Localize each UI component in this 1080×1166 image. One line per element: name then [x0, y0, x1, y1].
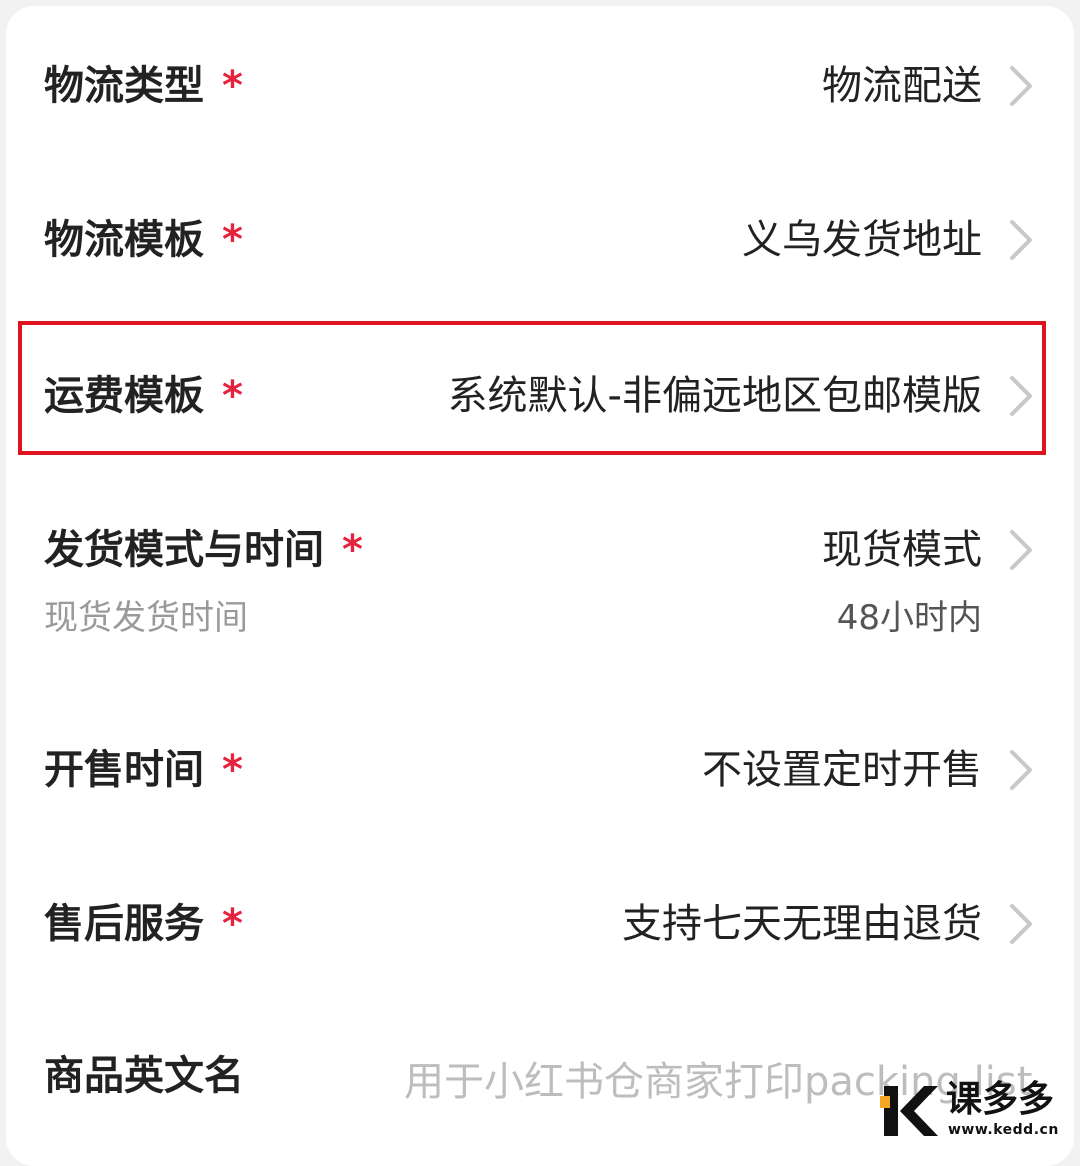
- chevron-right-icon: [1004, 218, 1038, 262]
- after-sales-service-value: 支持七天无理由退货: [622, 901, 982, 947]
- required-asterisk: *: [222, 901, 243, 947]
- required-asterisk: *: [222, 217, 243, 263]
- logistics-template-label: 物流模板 *: [44, 217, 243, 263]
- form-card: 物流类型 * 物流配送 物流模板 * 义乌发货地址 运费模板 * 系统默认-非偏远地区…: [6, 6, 1074, 1166]
- after-sales-service-label: 售后服务 *: [44, 901, 243, 947]
- k-logo-icon: [880, 1082, 940, 1140]
- logistics-type-value: 物流配送: [822, 63, 982, 109]
- chevron-right-icon: [1004, 902, 1038, 946]
- english-name-label: 商品英文名: [44, 1053, 244, 1099]
- watermark-logo: 课多多 www.kedd.cn: [876, 1080, 1080, 1142]
- sale-start-time-label: 开售时间 *: [44, 747, 243, 793]
- required-asterisk: *: [222, 747, 243, 793]
- chevron-right-icon: [1004, 748, 1038, 792]
- logistics-template-row[interactable]: 物流模板 * 义乌发货地址: [6, 160, 1074, 314]
- delivery-mode-label: 发货模式与时间 *: [44, 527, 363, 573]
- highlight-box: [18, 321, 1046, 455]
- watermark-text: 课多多: [946, 1079, 1055, 1120]
- watermark-url: www.kedd.cn: [948, 1122, 1059, 1138]
- delivery-mode-value: 现货模式: [822, 527, 982, 573]
- logistics-type-row[interactable]: 物流类型 * 物流配送: [6, 6, 1074, 160]
- required-asterisk: *: [342, 527, 363, 573]
- chevron-right-icon: [1004, 528, 1038, 572]
- sale-start-time-value: 不设置定时开售: [702, 747, 982, 793]
- delivery-time-subvalue: 48小时内: [836, 598, 982, 638]
- chevron-right-icon: [1004, 64, 1038, 108]
- logistics-type-label: 物流类型 *: [44, 63, 243, 109]
- delivery-mode-row[interactable]: 发货模式与时间 * 现货模式 现货发货时间 48小时内: [6, 468, 1074, 718]
- logistics-template-value: 义乌发货地址: [742, 217, 982, 263]
- after-sales-service-row[interactable]: 售后服务 * 支持七天无理由退货: [6, 874, 1074, 1024]
- sale-start-time-row[interactable]: 开售时间 * 不设置定时开售: [6, 718, 1074, 874]
- delivery-time-sublabel: 现货发货时间: [44, 598, 248, 638]
- required-asterisk: *: [222, 63, 243, 109]
